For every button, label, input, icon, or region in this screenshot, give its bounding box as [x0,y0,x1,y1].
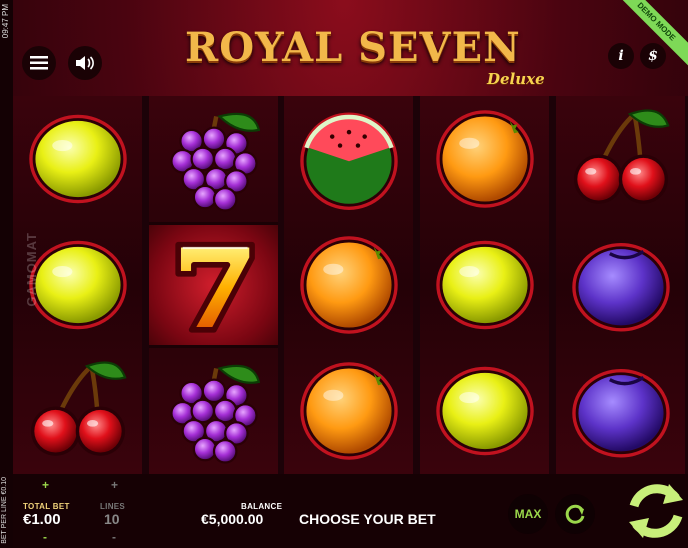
orange-icon [293,355,405,467]
lines-minus-button[interactable]: - [112,530,116,544]
lemon-icon [429,229,541,341]
balance-label: BALANCE [241,502,283,511]
reel-4 [420,96,549,474]
game-logo: ROYAL SEVEN Deluxe [175,18,555,90]
symbol-seven [149,222,278,348]
game-title: ROYAL SEVEN [185,24,521,71]
orange-icon [293,229,405,341]
control-bar: + TOTAL BET €1.00 - + LINES 10 - BALANCE… [13,474,688,548]
lemon-icon [429,355,541,467]
symbol-lemon [13,96,142,222]
seven-icon [158,229,270,341]
status-message: CHOOSE YOUR BET [299,511,436,527]
total-bet-plus-button[interactable]: + [42,478,49,492]
plum-icon [565,355,677,467]
plum-icon [565,229,677,341]
watermelon-icon [293,103,405,215]
lines-plus-button[interactable]: + [111,478,118,492]
symbol-grapes [149,96,278,222]
symbol-orange [284,222,413,348]
total-bet-value: €1.00 [23,511,61,528]
symbol-watermelon [284,96,413,222]
reel-3 [284,96,413,474]
symbol-cherries [13,348,142,474]
orange-icon [429,103,541,215]
grapes-icon [158,355,270,467]
autoplay-icon [565,504,585,524]
lines-label: LINES [100,502,126,511]
cherries-icon [565,103,677,215]
total-bet-label: TOTAL BET [23,502,70,511]
reel-2 [149,96,278,474]
menu-icon [30,56,48,70]
demo-corner: DEMO MODE [618,0,688,70]
top-bar: ROYAL SEVEN Deluxe i $ [13,0,688,96]
symbol-orange [420,96,549,222]
game-subtitle: Deluxe [487,70,545,88]
demo-mode-badge: DEMO MODE [618,0,688,70]
grapes-icon [158,103,270,215]
lines-value: 10 [104,511,120,527]
balance-value: €5,000.00 [201,511,264,527]
symbol-plum [556,348,685,474]
autoplay-button[interactable] [555,494,595,534]
reel-5 [556,96,685,474]
status-strip: 09:47 PM BET PER LINE €0.10 [0,0,13,548]
symbol-plum [556,222,685,348]
sound-button[interactable] [68,46,102,80]
speaker-icon [76,56,94,70]
spin-button[interactable] [611,474,688,548]
symbol-lemon [420,222,549,348]
max-bet-button[interactable]: MAX [508,494,548,534]
symbol-cherries [556,96,685,222]
clock-text: 09:47 PM [1,4,10,39]
provider-watermark: GAMOMAT [24,232,39,307]
symbol-orange [284,348,413,474]
max-bet-label: MAX [514,507,542,521]
reel-area [13,96,688,474]
lemon-icon [22,103,134,215]
cherries-icon [22,355,134,467]
bet-per-line-text: BET PER LINE €0.10 [1,477,8,544]
symbol-lemon [420,348,549,474]
total-bet-minus-button[interactable]: - [43,530,47,544]
spin-icon [629,484,683,538]
symbol-grapes [149,348,278,474]
menu-button[interactable] [22,46,56,80]
